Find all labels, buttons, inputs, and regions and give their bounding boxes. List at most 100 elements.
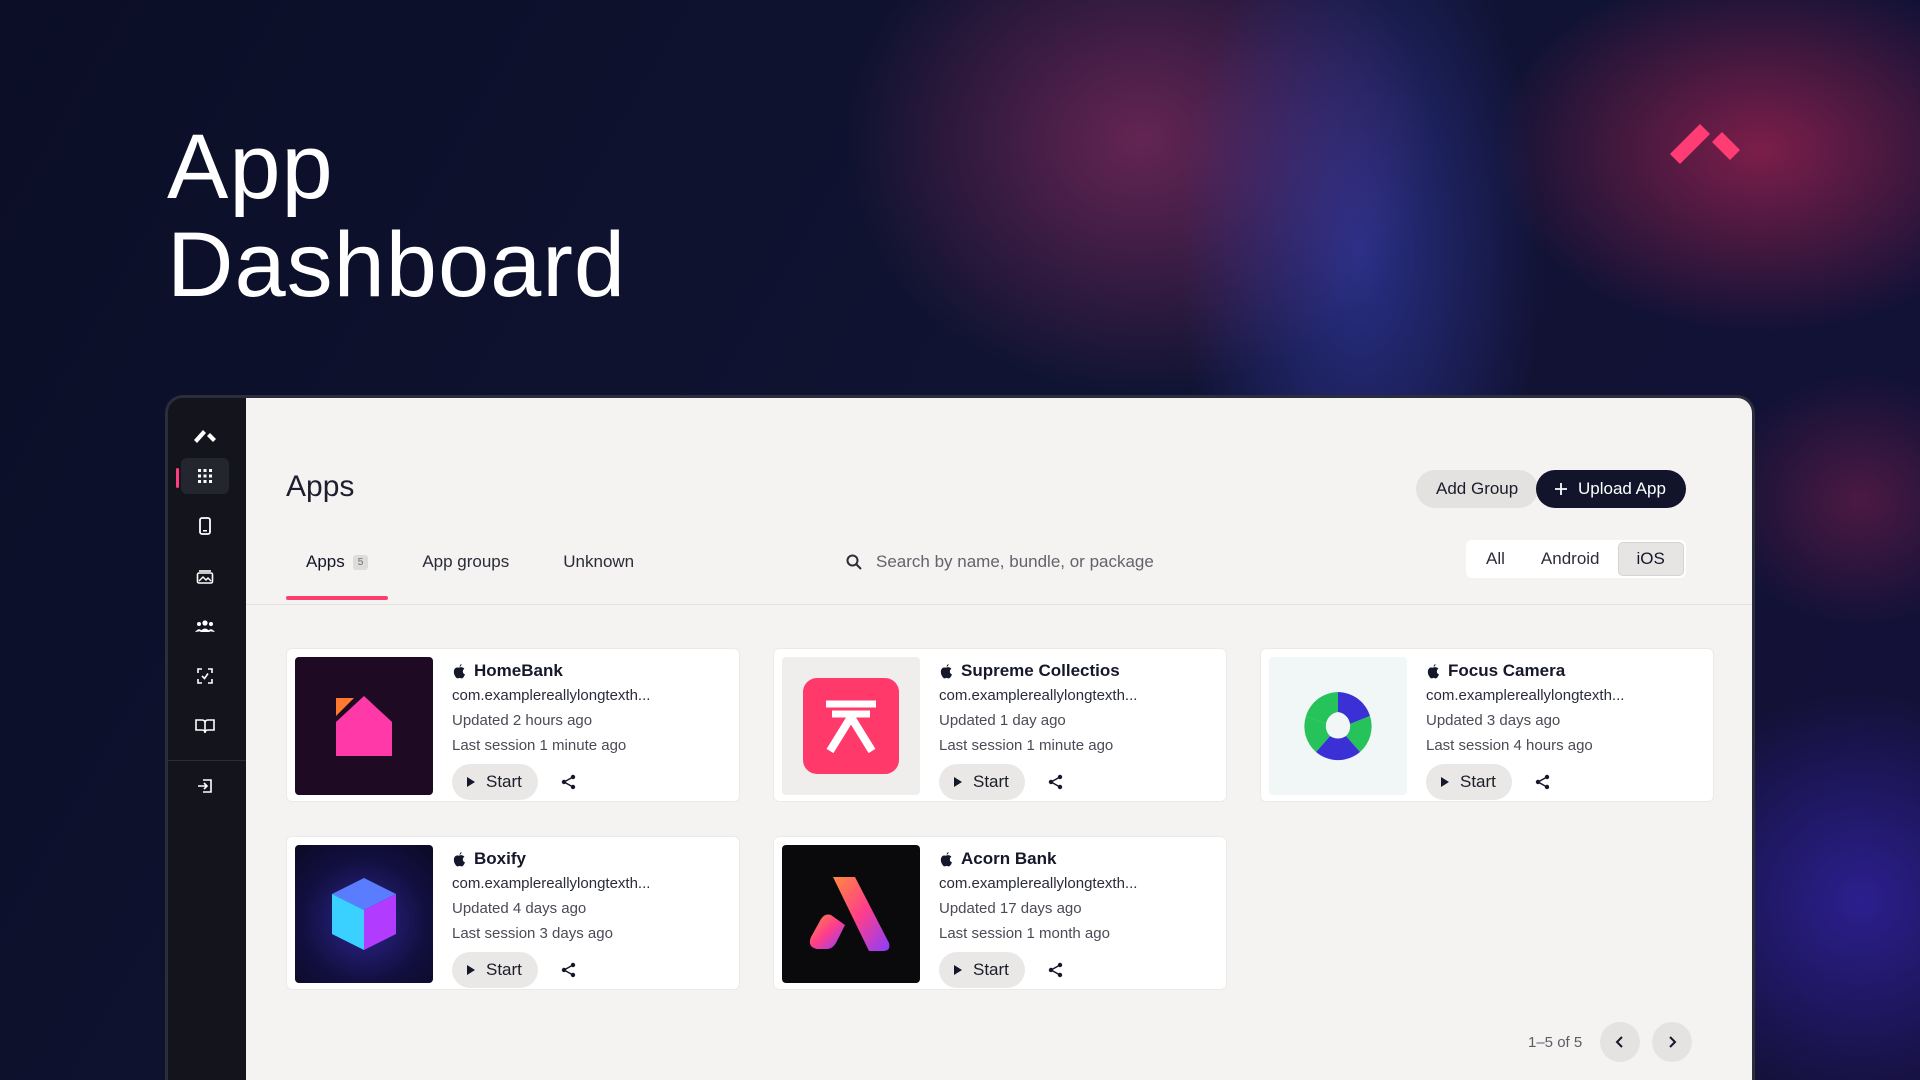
- app-card-acorn-bank[interactable]: Acorn Bank com.examplereallylongtexth...…: [773, 836, 1227, 990]
- app-name-text: Focus Camera: [1448, 661, 1566, 680]
- apple-icon: [1427, 664, 1439, 679]
- app-name-text: HomeBank: [474, 661, 563, 680]
- filter-ios[interactable]: iOS: [1617, 542, 1684, 576]
- app-bundle-id: com.examplereallylongtexth...: [1426, 687, 1625, 704]
- tab-label: App groups: [422, 552, 510, 571]
- book-icon: [195, 719, 215, 734]
- app-thumbnail-homebank: [295, 657, 433, 795]
- share-icon[interactable]: [560, 773, 578, 791]
- start-label: Start: [973, 772, 1009, 791]
- app-bundle-id: com.examplereallylongtexth...: [939, 875, 1138, 892]
- filter-all[interactable]: All: [1468, 542, 1523, 576]
- app-bundle-id: com.examplereallylongtexth...: [939, 687, 1138, 704]
- tab-app-groups[interactable]: App groups: [402, 546, 529, 578]
- app-name: Boxify: [452, 847, 729, 871]
- phone-icon: [199, 517, 211, 535]
- share-icon[interactable]: [1047, 961, 1065, 979]
- scan-icon: [197, 668, 213, 684]
- app-card-focus-camera[interactable]: Focus Camera com.examplereallylongtexth.…: [1260, 648, 1714, 802]
- pagination-range: 1–5 of 5: [1528, 1033, 1583, 1051]
- start-button[interactable]: Start: [939, 764, 1025, 800]
- play-icon: [467, 777, 475, 787]
- brand-logo-icon: [1670, 124, 1740, 164]
- acorn-logo-icon: [809, 877, 890, 951]
- app-name-text: Supreme Collectios: [961, 661, 1120, 680]
- sidebar-item-apps[interactable]: [181, 458, 229, 494]
- apple-icon: [453, 664, 465, 679]
- tab-bar: Apps 5 App groups Unknown: [286, 546, 654, 600]
- search-input[interactable]: Search by name, bundle, or package: [876, 552, 1154, 572]
- tab-unknown[interactable]: Unknown: [543, 546, 654, 578]
- share-icon[interactable]: [560, 961, 578, 979]
- upload-app-label: Upload App: [1578, 479, 1666, 498]
- app-last-session: Last session 4 hours ago: [1426, 737, 1593, 754]
- app-window: Apps Add Group Upload App Apps 5 App gro…: [165, 395, 1755, 1080]
- share-icon[interactable]: [1047, 773, 1065, 791]
- app-updated: Updated 2 hours ago: [452, 712, 593, 729]
- start-label: Start: [486, 960, 522, 979]
- previous-page-button[interactable]: [1600, 1022, 1641, 1062]
- sidebar-logo-icon[interactable]: [181, 418, 229, 454]
- sidebar-item-docs[interactable]: [181, 708, 229, 744]
- house-logo-icon: [336, 696, 392, 756]
- app-name-text: Boxify: [474, 849, 526, 868]
- hero-title: App Dashboard: [167, 118, 626, 314]
- app-bundle-id: com.examplereallylongtexth...: [452, 875, 651, 892]
- tab-apps[interactable]: Apps 5: [286, 546, 389, 600]
- play-icon: [1441, 777, 1449, 787]
- app-last-session: Last session 1 minute ago: [939, 737, 1114, 754]
- tab-count-badge: 5: [352, 554, 369, 570]
- start-button[interactable]: Start: [939, 952, 1025, 988]
- search-box[interactable]: Search by name, bundle, or package: [846, 546, 1154, 578]
- cube-logo-icon: [332, 878, 396, 950]
- app-card-supreme-collectios[interactable]: Supreme Collectios com.examplereallylong…: [773, 648, 1227, 802]
- apple-icon: [940, 664, 952, 679]
- start-label: Start: [973, 960, 1009, 979]
- app-updated: Updated 4 days ago: [452, 900, 587, 917]
- app-bundle-id: com.examplereallylongtexth...: [452, 687, 651, 704]
- active-tab-indicator: [286, 596, 389, 600]
- app-name-text: Acorn Bank: [961, 849, 1057, 868]
- filter-android[interactable]: Android: [1523, 542, 1618, 576]
- main-content: Apps Add Group Upload App Apps 5 App gro…: [246, 398, 1752, 1080]
- plus-icon: [1555, 483, 1567, 495]
- start-button[interactable]: Start: [452, 764, 538, 800]
- next-page-button[interactable]: [1652, 1022, 1693, 1062]
- grid-icon: [198, 469, 212, 483]
- sidebar: [168, 398, 246, 1080]
- play-icon: [954, 777, 962, 787]
- sidebar-item-logout[interactable]: [181, 768, 229, 804]
- app-thumbnail-focus-camera: [1269, 657, 1407, 795]
- sidebar-item-devices[interactable]: [181, 508, 229, 544]
- start-button[interactable]: Start: [1426, 764, 1512, 800]
- add-group-button[interactable]: Add Group: [1416, 470, 1539, 508]
- users-icon: [195, 620, 215, 632]
- focus-camera-logo-icon: [1304, 692, 1372, 761]
- app-card-homebank[interactable]: HomeBank com.examplereallylongtexth... U…: [286, 648, 740, 802]
- logout-icon: [198, 779, 212, 793]
- sidebar-item-gallery[interactable]: [181, 558, 229, 594]
- start-button[interactable]: Start: [452, 952, 538, 988]
- platform-filter: All Android iOS: [1466, 540, 1686, 578]
- share-icon[interactable]: [1534, 773, 1552, 791]
- sidebar-item-team[interactable]: [181, 608, 229, 644]
- add-group-label: Add Group: [1436, 479, 1519, 498]
- sidebar-item-scan[interactable]: [181, 658, 229, 694]
- start-label: Start: [486, 772, 522, 791]
- tab-label: Unknown: [563, 552, 635, 571]
- app-thumbnail-acorn-bank: [782, 845, 920, 983]
- pagination: 1–5 of 5: [1528, 1022, 1693, 1062]
- sidebar-active-indicator: [176, 468, 179, 488]
- app-name: HomeBank: [452, 659, 729, 683]
- app-card-boxify[interactable]: Boxify com.examplereallylongtexth... Upd…: [286, 836, 740, 990]
- upload-app-button[interactable]: Upload App: [1536, 470, 1686, 508]
- app-thumbnail-supreme: [782, 657, 920, 795]
- hero-title-line2: Dashboard: [167, 214, 627, 316]
- supreme-logo-icon: [803, 678, 899, 774]
- page-title: Apps: [286, 470, 355, 503]
- tab-divider: [246, 604, 1752, 605]
- app-last-session: Last session 3 days ago: [452, 925, 613, 942]
- app-updated: Updated 3 days ago: [1426, 712, 1561, 729]
- app-name: Focus Camera: [1426, 659, 1703, 683]
- chevron-right-icon: [1669, 1036, 1677, 1048]
